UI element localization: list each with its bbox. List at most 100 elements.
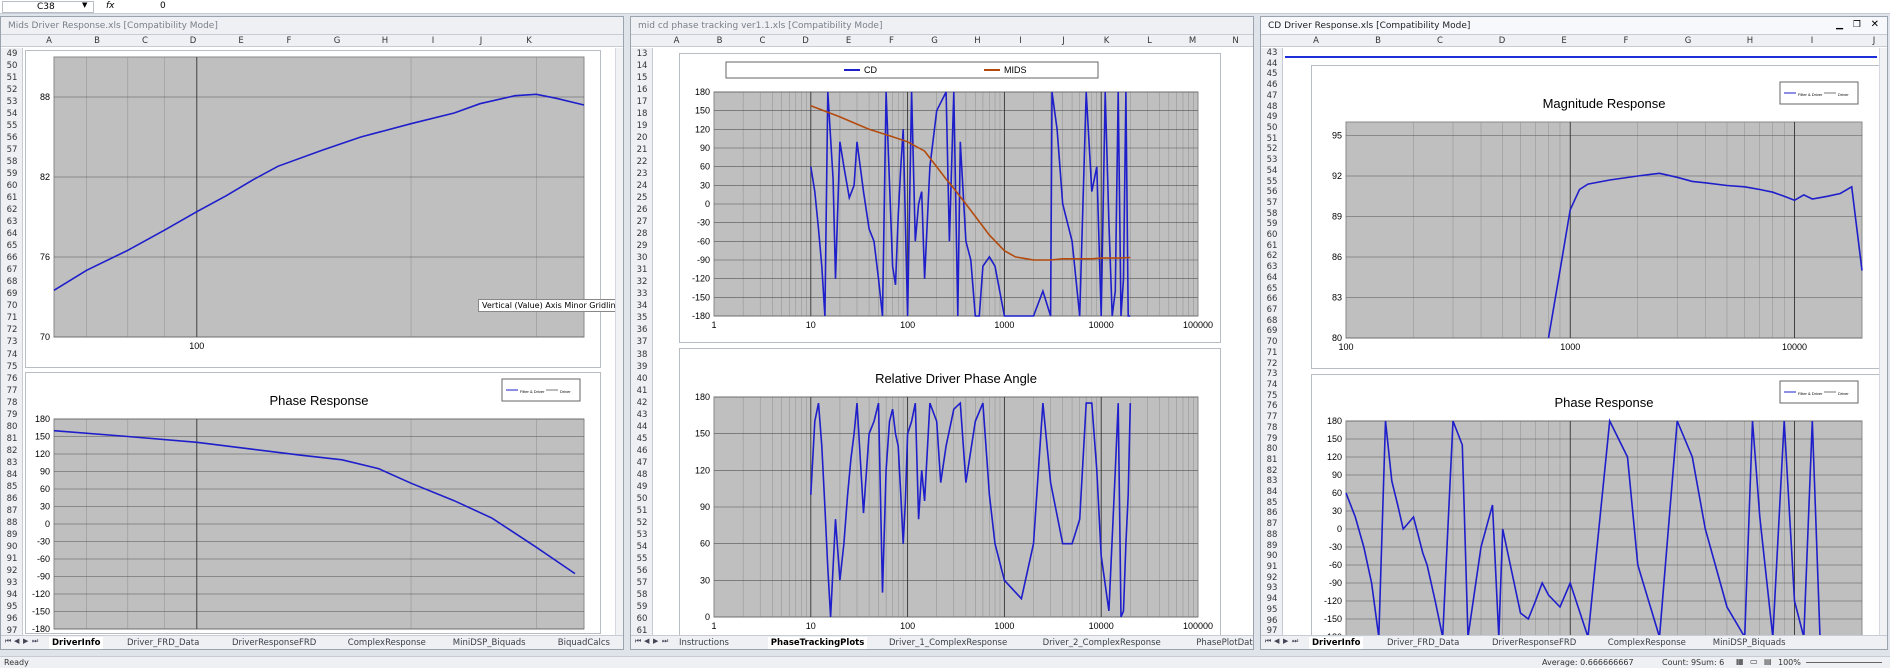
column-label[interactable]: D <box>169 35 217 47</box>
formula-input[interactable]: 0 <box>160 1 166 11</box>
row-label[interactable]: 23 <box>631 168 652 180</box>
row-label[interactable]: 62 <box>1 204 22 216</box>
row-label[interactable]: 52 <box>1261 144 1282 155</box>
column-label[interactable]: C <box>741 35 784 47</box>
sheet-tab[interactable]: MiniDSP_Biquads <box>453 637 526 649</box>
row-label[interactable]: 49 <box>1 48 22 60</box>
row-label[interactable]: 64 <box>1 228 22 240</box>
column-label[interactable]: H <box>956 35 999 47</box>
row-label[interactable]: 45 <box>631 433 652 445</box>
row-label[interactable]: 69 <box>1261 326 1282 337</box>
row-label[interactable]: 73 <box>1261 369 1282 380</box>
column-label[interactable]: D <box>784 35 827 47</box>
sheet-tab[interactable]: Driver_2_ComplexResponse <box>1043 637 1161 649</box>
sheet-nav-icon[interactable]: ⏮ <box>1265 637 1271 646</box>
row-label[interactable]: 93 <box>1261 583 1282 594</box>
column-label[interactable]: G <box>313 35 361 47</box>
column-label[interactable]: B <box>73 35 121 47</box>
column-label[interactable]: E <box>1533 35 1595 47</box>
column-label[interactable]: I <box>409 35 457 47</box>
row-label[interactable]: 60 <box>631 613 652 625</box>
row-label[interactable]: 37 <box>631 336 652 348</box>
sheet-nav-icon[interactable]: ⏭ <box>1292 637 1298 646</box>
sheet-tab[interactable]: Instructions <box>679 637 729 649</box>
row-label[interactable]: 13 <box>631 48 652 60</box>
column-label[interactable]: F <box>1595 35 1657 47</box>
row-label[interactable]: 93 <box>1 577 22 589</box>
row-label[interactable]: 76 <box>1 373 22 385</box>
page-layout-icon[interactable]: ▭ <box>1750 657 1758 666</box>
minimize-icon[interactable]: ▁ <box>1836 20 1843 30</box>
row-label[interactable]: 59 <box>1261 219 1282 230</box>
close-icon[interactable]: ✕ <box>1871 19 1879 30</box>
column-label[interactable]: M <box>1171 35 1214 47</box>
restore-icon[interactable]: ❐ <box>1853 20 1861 30</box>
row-label[interactable]: 54 <box>1 108 22 120</box>
row-label[interactable]: 38 <box>631 349 652 361</box>
row-label[interactable]: 71 <box>1261 348 1282 359</box>
vertical-scrollbar[interactable] <box>1879 48 1887 636</box>
row-label[interactable]: 96 <box>1 613 22 625</box>
row-label[interactable]: 83 <box>1261 476 1282 487</box>
row-label[interactable]: 85 <box>1 481 22 493</box>
row-label[interactable]: 35 <box>631 312 652 324</box>
sheet-nav-icon[interactable]: ⏮ <box>5 637 11 646</box>
row-label[interactable]: 51 <box>631 505 652 517</box>
sheet-nav-icon[interactable]: ▶ <box>23 637 28 645</box>
row-label[interactable]: 48 <box>1261 102 1282 113</box>
column-label[interactable]: B <box>1347 35 1409 47</box>
sheet-tab[interactable]: Driver_FRD_Data <box>1387 637 1459 649</box>
column-label[interactable]: E <box>217 35 265 47</box>
row-label[interactable]: 19 <box>631 120 652 132</box>
row-label[interactable]: 63 <box>1 216 22 228</box>
row-label[interactable]: 85 <box>1261 498 1282 509</box>
chart-mids-phase[interactable]: -180 -150 -120 -90 -60 -30 0 30 60 90 120 150 180 Pha… <box>25 372 601 634</box>
row-label[interactable]: 41 <box>631 385 652 397</box>
row-label[interactable]: 89 <box>1261 541 1282 552</box>
sheet-tab[interactable]: Driver_1_ComplexResponse <box>889 637 1007 649</box>
row-label[interactable]: 86 <box>1 493 22 505</box>
row-label[interactable]: 74 <box>1 349 22 361</box>
row-label[interactable]: 73 <box>1 336 22 348</box>
chart-mids-magnitude[interactable]: 707682881001000 Vertical (Value) Axis Mi… <box>25 50 623 368</box>
row-label[interactable]: 50 <box>1261 123 1282 134</box>
column-label[interactable]: C <box>121 35 169 47</box>
row-label[interactable]: 51 <box>1261 134 1282 145</box>
row-label[interactable]: 67 <box>1 264 22 276</box>
row-label[interactable]: 53 <box>1 96 22 108</box>
row-label[interactable]: 82 <box>1 445 22 457</box>
row-label[interactable]: 70 <box>1 300 22 312</box>
row-label[interactable]: 95 <box>1261 605 1282 616</box>
row-label[interactable]: 61 <box>1 192 22 204</box>
row-label[interactable]: 67 <box>1261 305 1282 316</box>
column-label[interactable]: J <box>457 35 505 47</box>
sheet-tab[interactable]: Driver_FRD_Data <box>127 637 199 649</box>
sheet-tab[interactable]: MiniDSP_Biquads <box>1713 637 1786 649</box>
normal-view-icon[interactable]: ▦ <box>1736 657 1744 666</box>
column-label[interactable]: A <box>1285 35 1347 47</box>
row-label[interactable]: 31 <box>631 264 652 276</box>
sheet-tab[interactable]: DriverResponseFRD <box>232 637 316 649</box>
row-label[interactable]: 43 <box>1261 48 1282 59</box>
row-label[interactable]: 77 <box>1 385 22 397</box>
row-label[interactable]: 62 <box>1261 251 1282 262</box>
function-icon[interactable]: fx <box>106 1 115 11</box>
row-label[interactable]: 56 <box>631 565 652 577</box>
column-label[interactable]: I <box>1781 35 1843 47</box>
row-label[interactable]: 56 <box>1261 187 1282 198</box>
row-label[interactable]: 92 <box>1 565 22 577</box>
row-label[interactable]: 15 <box>631 72 652 84</box>
row-label[interactable]: 68 <box>1 276 22 288</box>
row-label[interactable]: 16 <box>631 84 652 96</box>
sheet-tab[interactable]: PhasePlotDataCalcs <box>1196 637 1253 649</box>
row-label[interactable]: 55 <box>1 120 22 132</box>
row-label[interactable]: 30 <box>631 252 652 264</box>
row-label[interactable]: 51 <box>1 72 22 84</box>
row-label[interactable]: 22 <box>631 156 652 168</box>
row-label[interactable]: 94 <box>1 589 22 601</box>
column-label[interactable]: A <box>25 35 73 47</box>
row-label[interactable]: 27 <box>631 216 652 228</box>
row-label[interactable]: 46 <box>631 445 652 457</box>
row-label[interactable]: 74 <box>1261 380 1282 391</box>
row-label[interactable]: 57 <box>631 577 652 589</box>
